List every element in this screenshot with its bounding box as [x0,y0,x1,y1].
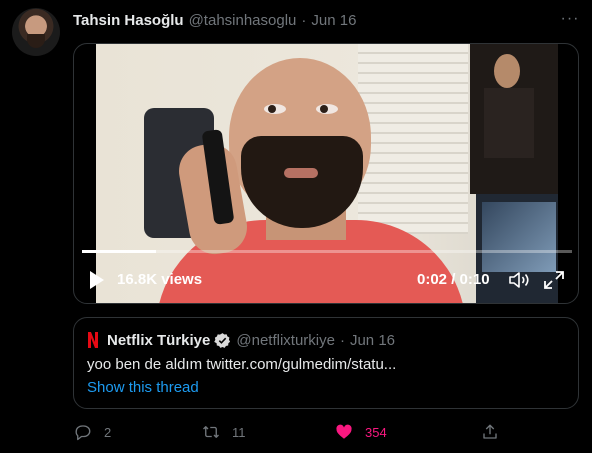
video-progress-bar[interactable] [82,250,572,253]
avatar[interactable] [12,8,60,56]
laptop-screen [482,202,556,272]
header-separator: · [301,11,307,29]
reply-count: 2 [104,424,112,440]
tweet[interactable]: Tahsin Hasoğlu @tahsinhasoglu · Jun 16 ·… [0,0,592,453]
quoted-tweet-text: yoo ben de aldım twitter.com/gulmedim/st… [87,356,397,373]
retweet-button[interactable]: 11 [202,422,246,442]
play-icon-svg [90,271,104,289]
share-icon [483,424,497,439]
netflix-logo-icon [88,332,98,348]
tweet-date[interactable]: Jun 16 [311,12,356,29]
tweet-header: Tahsin Hasoğlu @tahsinhasoglu · Jun 16 [73,10,356,30]
tweet-actions: 2 11 354 [73,422,579,444]
video-progress-fill [82,250,156,253]
more-options-button[interactable]: ··· [559,9,581,29]
share-button[interactable] [481,422,499,442]
retweet-count: 11 [232,424,246,440]
person-right-eye [316,104,338,114]
reply-button[interactable]: 2 [74,422,111,442]
show-thread-link[interactable]: Show this thread [87,379,199,396]
quoted-tweet[interactable]: Netflix Türkiye @netflixturkiye · Jun 16… [73,317,579,409]
verified-badge-icon [214,332,231,348]
person-left-eye [264,104,286,114]
quoted-tweet-header: Netflix Türkiye @netflixturkiye · Jun 16 [87,331,395,349]
video-time: 0:02 / 0:10 [417,271,490,288]
quoted-author-handle[interactable]: @netflixturkiye [236,332,335,349]
like-count: 354 [365,424,387,440]
quoted-author-name[interactable]: Netflix Türkiye [107,332,210,349]
like-button[interactable]: 354 [335,422,387,442]
author-handle[interactable]: @tahsinhasoglu [189,12,297,29]
poster-face [494,54,520,88]
volume-icon-svg [509,272,529,288]
quoted-tweet-date[interactable]: Jun 16 [350,332,395,349]
video-frame[interactable] [96,44,558,303]
avatar-beard [27,34,45,48]
poster-body [484,88,534,158]
background-blinds [358,44,468,234]
heart-icon [336,424,352,439]
background-poster [470,44,558,194]
fullscreen-icon[interactable] [543,270,565,290]
play-icon[interactable] [88,270,106,290]
fullscreen-icon-svg [544,271,564,289]
author-name[interactable]: Tahsin Hasoğlu [73,12,184,29]
volume-icon[interactable] [508,270,532,290]
quoted-header-separator: · [339,331,345,349]
person-mouth [284,168,318,178]
view-count: 16.8K views [117,271,203,288]
retweet-icon [203,426,219,438]
reply-icon [75,425,91,441]
video-player[interactable]: 16.8K views 0:02 / 0:10 [73,43,579,304]
